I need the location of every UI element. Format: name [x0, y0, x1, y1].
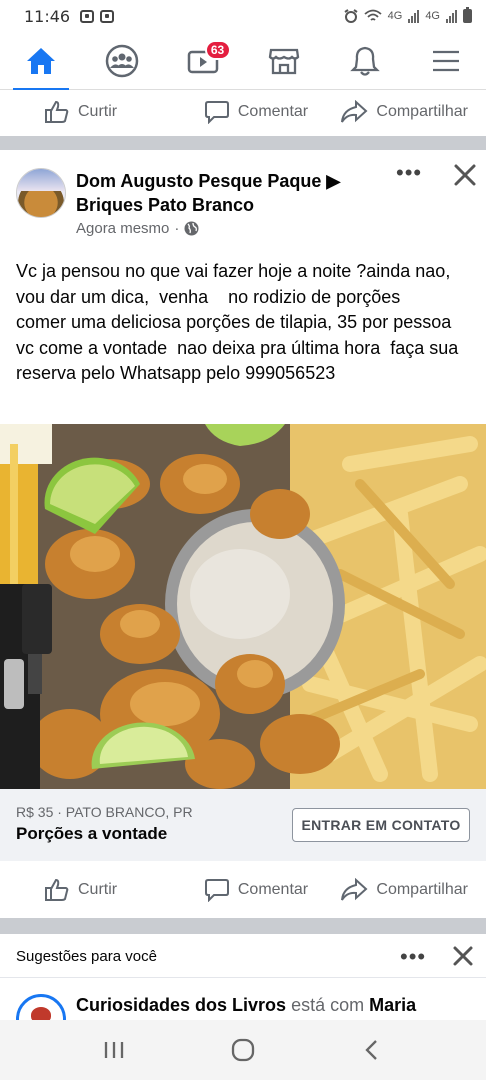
comment-icon: [204, 101, 229, 124]
post-options-button[interactable]: •••: [396, 162, 422, 184]
like-button[interactable]: Curtir: [0, 100, 185, 124]
suggested-person-name[interactable]: Maria: [369, 995, 416, 1015]
home-circle-icon: [231, 1038, 255, 1062]
status-bar: 11:46 4G 4G: [0, 0, 486, 32]
suggested-page-name[interactable]: Curiosidades dos Livros: [76, 995, 286, 1015]
signal-icon: [408, 9, 420, 23]
close-icon[interactable]: [452, 945, 474, 967]
tab-menu[interactable]: [416, 32, 476, 90]
alarm-icon: [344, 9, 358, 23]
store-icon: [268, 48, 299, 74]
suggestion-avatar[interactable]: [16, 994, 66, 1020]
food-photo: [0, 424, 486, 789]
tab-home[interactable]: [11, 32, 71, 91]
like-icon: [45, 878, 69, 901]
like-label: Curtir: [78, 881, 118, 898]
post-meta: Agora mesmo ·: [76, 220, 199, 237]
marketplace-listing[interactable]: R$ 35 · PATO BRANCO, PR Porções a vontad…: [0, 789, 486, 861]
notification-badge: 63: [204, 39, 231, 60]
back-icon: [365, 1040, 377, 1060]
recent-apps-icon: [105, 1042, 124, 1058]
share-button[interactable]: Compartilhar: [327, 878, 486, 902]
bell-icon: [349, 46, 380, 76]
home-button[interactable]: [213, 1030, 273, 1070]
share-icon: [341, 100, 368, 123]
share-button[interactable]: Compartilhar: [327, 100, 486, 124]
tab-marketplace[interactable]: [254, 32, 314, 90]
system-nav-bar: [0, 1020, 486, 1080]
share-label: Compartilhar: [376, 103, 468, 120]
listing-title: Porções a vontade: [16, 824, 168, 843]
comment-label: Comentar: [237, 103, 309, 120]
comment-icon: [204, 879, 229, 902]
close-icon[interactable]: [452, 162, 478, 188]
top-nav: 63: [0, 32, 486, 91]
post-time[interactable]: Agora mesmo: [76, 220, 169, 237]
comment-button[interactable]: Comentar: [185, 100, 326, 124]
hamburger-icon: [432, 50, 459, 71]
groups-icon: [105, 44, 138, 77]
listing-meta: R$ 35 · PATO BRANCO, PR: [16, 804, 193, 820]
previous-post-actions: Curtir Comentar Compartilhar: [0, 90, 486, 134]
tab-notifications[interactable]: [335, 32, 395, 90]
post-photo[interactable]: [0, 424, 486, 789]
feed-separator: [0, 918, 486, 934]
share-icon: [341, 878, 368, 901]
comment-label: Comentar: [237, 881, 309, 898]
suggestion-text: Curiosidades dos Livros está com Maria: [76, 995, 417, 1015]
tab-watch[interactable]: 63: [173, 32, 233, 90]
suggestion-item[interactable]: Curiosidades dos Livros está com Maria: [0, 978, 486, 1020]
tab-groups[interactable]: [92, 32, 152, 90]
recent-apps-button[interactable]: [84, 1030, 144, 1070]
comment-button[interactable]: Comentar: [185, 878, 326, 902]
contact-button[interactable]: ENTRAR EM CONTATO: [292, 808, 470, 842]
post-text: Vc ja pensou no que vai fazer hoje a noi…: [16, 261, 464, 384]
like-icon: [45, 100, 69, 123]
network-type: 4G: [387, 10, 403, 22]
home-icon: [26, 47, 55, 74]
post-actions: Curtir Comentar Compartilhar: [0, 868, 486, 912]
suggestions-options-button[interactable]: •••: [400, 944, 426, 970]
feed-separator: [0, 136, 486, 150]
globe-icon: [184, 221, 199, 236]
notification-icon: [80, 9, 95, 23]
back-button[interactable]: [342, 1030, 402, 1070]
network-type: 4G: [425, 10, 440, 22]
meta-separator: ·: [174, 220, 180, 237]
signal-icon: [446, 9, 457, 23]
page-name[interactable]: Dom Augusto Pesque Paque ▶ Briques Pato …: [76, 169, 376, 217]
like-label: Curtir: [78, 103, 118, 120]
battery-icon: [463, 7, 472, 23]
like-button[interactable]: Curtir: [0, 878, 185, 902]
page-avatar[interactable]: [16, 168, 66, 218]
wifi-icon: [364, 9, 382, 21]
suggestions-header: Sugestões para você •••: [0, 934, 486, 978]
notification-icon: [100, 9, 115, 23]
share-label: Compartilhar: [376, 881, 468, 898]
suggestions-title: Sugestões para você: [16, 948, 157, 965]
status-time: 11:46: [24, 6, 71, 26]
